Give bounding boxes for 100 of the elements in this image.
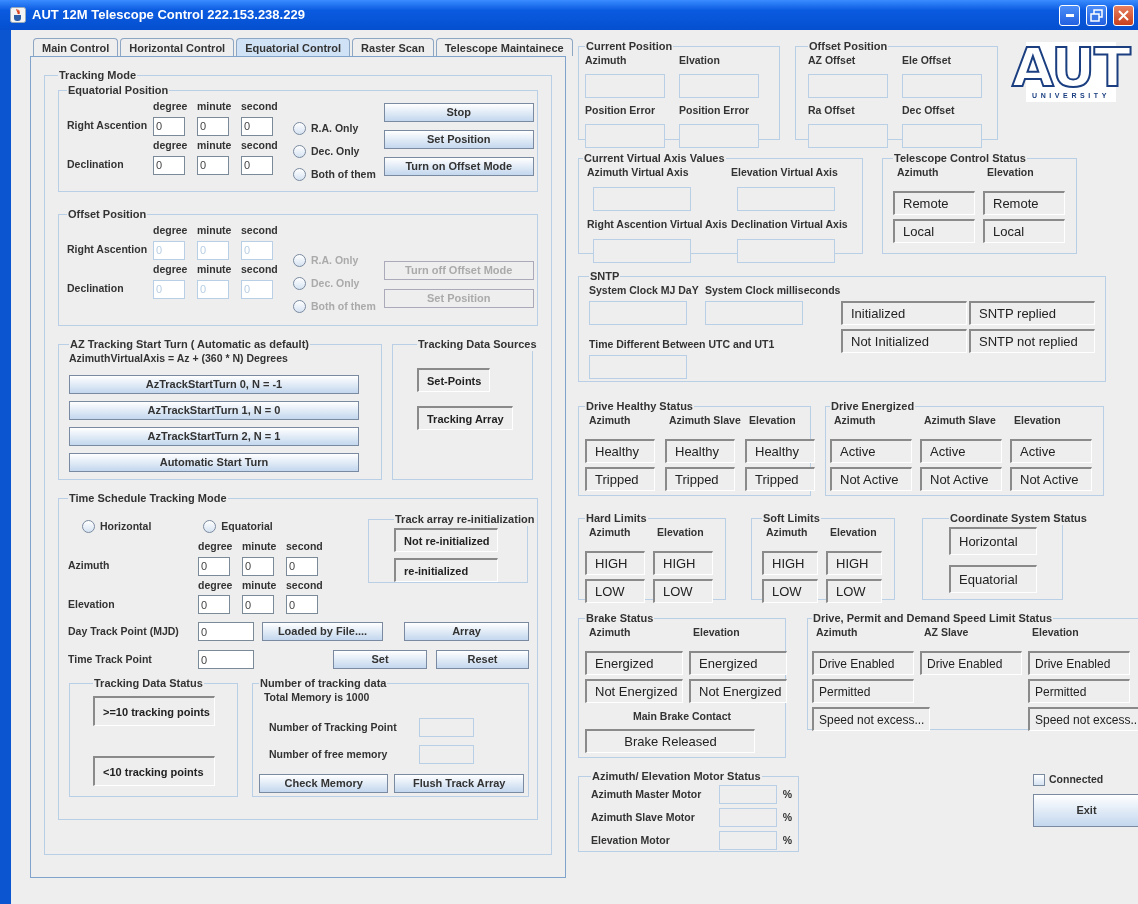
field-label: Azimuth <box>765 525 809 540</box>
status-indicator: Drive Enabled <box>1028 650 1130 675</box>
status-indicator: Tripped <box>665 466 735 491</box>
action-button[interactable]: Array <box>404 622 529 642</box>
unit-label: degree <box>153 137 189 153</box>
readout-field[interactable] <box>808 123 888 148</box>
action-button[interactable]: Automatic Start Turn <box>69 452 359 472</box>
status-indicator: LOW <box>585 578 645 603</box>
restore-button[interactable] <box>1086 4 1107 26</box>
action-button[interactable]: AzTrackStartTurn 0, N = -1 <box>69 374 359 394</box>
field-label: Elevation <box>748 413 797 428</box>
readout-field[interactable] <box>589 300 687 325</box>
action-button[interactable]: Flush Track Array <box>394 774 524 793</box>
text-field[interactable]: 0 <box>286 556 318 576</box>
radio-button[interactable]: Dec. Only <box>293 143 376 160</box>
unit-label: minute <box>197 137 233 153</box>
text-field[interactable]: 0 <box>198 556 230 576</box>
readout-field[interactable] <box>737 238 835 263</box>
radio-button[interactable]: Horizontal <box>82 519 152 535</box>
status-indicator: Active <box>830 438 912 463</box>
readout-field[interactable] <box>593 186 691 211</box>
text-field[interactable]: 0 <box>153 155 185 175</box>
unit-label: minute <box>242 538 278 554</box>
text-field[interactable]: 0 <box>242 595 274 615</box>
text-field[interactable]: 0 <box>153 116 185 136</box>
close-button[interactable] <box>1113 4 1134 26</box>
tab[interactable]: Telescope Maintainece <box>435 38 573 56</box>
action-button[interactable]: AzTrackStartTurn 2, N = 1 <box>69 426 359 446</box>
field-label: Azimuth Slave <box>923 413 997 428</box>
field-label: Main Brake Contact <box>632 708 732 724</box>
field-label: Azimuth <box>815 625 859 640</box>
action-button[interactable]: Reset <box>436 650 529 670</box>
text-field[interactable]: 0 <box>286 595 318 615</box>
text-field[interactable]: 0 <box>197 155 229 175</box>
readout-field[interactable] <box>418 745 474 764</box>
text-field[interactable]: 0 <box>241 155 273 175</box>
readout-field[interactable] <box>718 785 777 804</box>
readout-field[interactable] <box>902 123 982 148</box>
text-field[interactable]: 0 <box>242 556 274 576</box>
radio-button[interactable]: Equatorial <box>203 519 273 535</box>
readout-field[interactable] <box>718 831 777 850</box>
status-indicator: SNTP replied <box>969 300 1095 325</box>
readout-field[interactable] <box>705 300 803 325</box>
tab[interactable]: Equatorial Control <box>236 38 351 56</box>
status-indicator: Drive Enabled <box>812 650 914 675</box>
status-indicator: HIGH <box>653 550 713 575</box>
readout-field[interactable] <box>679 73 759 98</box>
readout-field[interactable] <box>585 123 665 148</box>
field-label: Elevation Motor <box>591 832 671 848</box>
readout-field[interactable] <box>589 354 687 379</box>
field-label: Ele Offset <box>902 53 952 68</box>
readout-field[interactable] <box>585 73 665 98</box>
action-button[interactable]: Check Memory <box>258 774 389 793</box>
field-label: Elevation <box>829 525 878 540</box>
readout-field[interactable] <box>593 238 691 263</box>
minimize-button[interactable] <box>1059 4 1080 26</box>
readout-field[interactable] <box>808 73 888 98</box>
tab[interactable]: Horizontal Control <box>120 38 235 56</box>
action-button[interactable]: Set <box>333 650 427 670</box>
group-title: Current Virtual Axis Values <box>583 152 726 165</box>
readout-field[interactable] <box>737 186 835 211</box>
field-label: Azimuth Virtual Axis <box>587 165 690 180</box>
readout-field[interactable] <box>718 808 777 827</box>
status-indicator: LOW <box>653 578 713 603</box>
field-label: Right Ascention <box>67 242 149 258</box>
status-indicator: Brake Released <box>585 728 755 753</box>
readout-field[interactable] <box>418 718 474 737</box>
field-label: Azimuth <box>588 525 632 540</box>
text-field[interactable]: 0 <box>197 116 229 136</box>
unit-label: degree <box>198 577 234 593</box>
radio-button[interactable]: Both of them <box>293 166 376 183</box>
checkbox[interactable]: Connected <box>1033 772 1104 788</box>
action-button[interactable]: Loaded by File.... <box>262 622 383 642</box>
readout-field[interactable] <box>679 123 759 148</box>
status-indicator: Not Active <box>830 466 912 491</box>
field-label: Day Track Point (MJD) <box>68 623 180 639</box>
unit-label: minute <box>242 577 278 593</box>
unit-label: minute <box>197 261 233 277</box>
group-title: Offset Position <box>67 208 148 221</box>
action-button[interactable]: Set Position <box>383 130 534 149</box>
action-button[interactable]: Turn on Offset Mode <box>383 157 534 176</box>
text-field[interactable]: 0 <box>241 116 273 136</box>
action-button[interactable]: Stop <box>383 103 534 122</box>
action-button[interactable]: AzTrackStartTurn 1, N = 0 <box>69 400 359 420</box>
unit-label: degree <box>153 261 189 277</box>
status-indicator: HIGH <box>585 550 645 575</box>
status-indicator: Permitted <box>812 678 914 703</box>
text-field[interactable]: 0 <box>198 595 230 615</box>
exit-button[interactable]: Exit <box>1033 793 1138 827</box>
readout-field[interactable] <box>902 73 982 98</box>
radio-button[interactable]: R.A. Only <box>293 121 376 137</box>
tab[interactable]: Main Control <box>33 38 119 56</box>
field-label: Ra Offset <box>808 103 856 118</box>
text-field[interactable]: 0 <box>198 650 254 670</box>
text-field[interactable]: 0 <box>198 622 254 642</box>
group-title: Azimuth/ Elevation Motor Status <box>591 770 762 783</box>
field-label: Azimuth Master Motor <box>591 786 703 802</box>
status-indicator: Energized <box>585 650 683 675</box>
group-title: Drive Energized <box>830 400 916 413</box>
tab[interactable]: Raster Scan <box>352 38 434 56</box>
